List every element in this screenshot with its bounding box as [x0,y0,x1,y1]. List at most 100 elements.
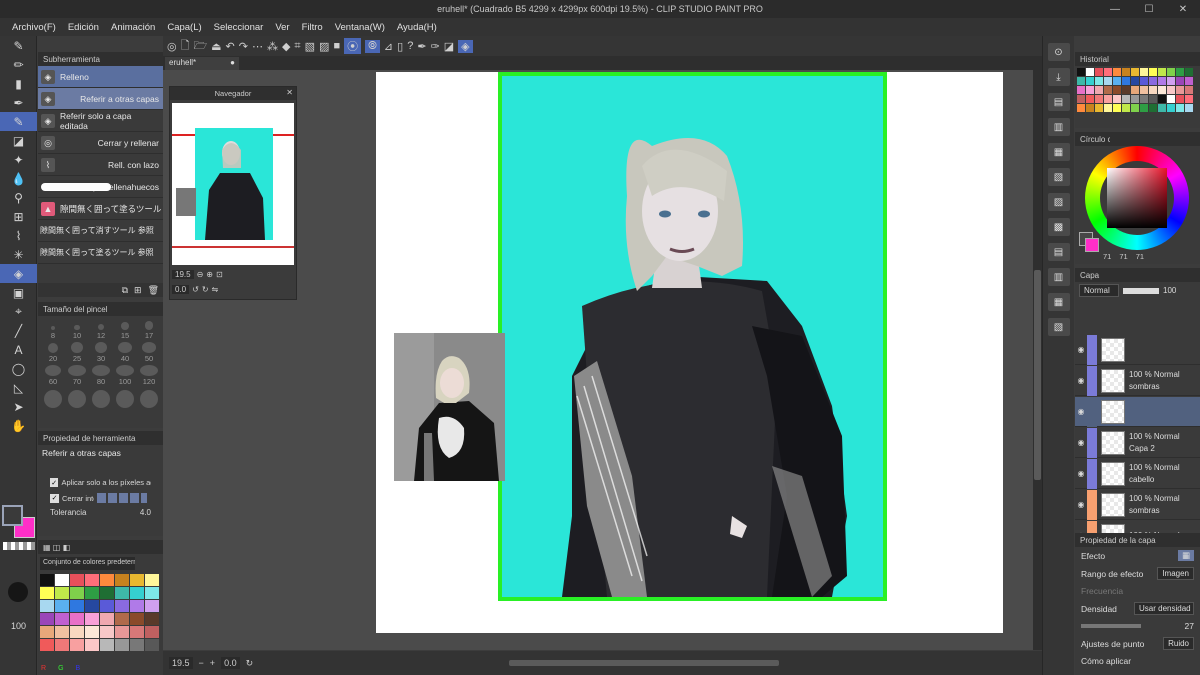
palette-swatch[interactable] [130,574,144,586]
palette-swatch[interactable] [115,600,129,612]
close-icon[interactable]: ✕ [1166,0,1200,18]
material-10-icon[interactable]: ▧ [1047,318,1070,336]
adjacent-pixels-option[interactable]: ✓Aplicar solo a los píxeles adyacentes [38,475,163,490]
app-logo-icon[interactable]: ◎ [167,40,177,53]
color-wheel[interactable] [1085,146,1189,250]
brush-size-preset[interactable] [138,388,160,409]
palette-swatch[interactable] [40,639,54,651]
pencil-icon[interactable]: ✏ [0,55,37,74]
history-swatch[interactable] [1086,77,1094,85]
palette-swatch[interactable] [70,613,84,625]
brush-size-preset[interactable]: 100 [114,365,136,386]
figure-icon[interactable]: ⌖ [0,302,37,321]
gradient-icon[interactable]: ▣ [0,283,37,302]
history-swatch[interactable] [1140,86,1148,94]
pen-icon[interactable]: ✒ [417,40,426,53]
tab-close-icon[interactable]: ● [230,58,235,67]
history-color-grid[interactable] [1075,66,1200,114]
brush-size-preset[interactable]: 12 [90,319,112,340]
history-swatch[interactable] [1113,86,1121,94]
navigator-angle-value[interactable]: 0.0 [172,285,190,294]
snap-grid-icon[interactable]: ⊿ [384,40,393,53]
brush-size-preset[interactable] [66,388,88,409]
history-swatch[interactable] [1176,86,1184,94]
magic-wand-icon[interactable]: ✳ [0,245,37,264]
history-swatch[interactable] [1140,77,1148,85]
history-swatch[interactable] [1113,68,1121,76]
history-swatch[interactable] [1131,104,1139,112]
fill-active-icon[interactable]: ◈ [458,39,473,53]
history-swatch[interactable] [1131,68,1139,76]
dot-size-value[interactable]: 27 [1185,621,1194,631]
palette-swatch[interactable] [115,626,129,638]
history-swatch[interactable] [1167,86,1175,94]
pen-icon[interactable]: ✎ [0,36,37,55]
palette-swatch[interactable] [55,587,69,599]
palette-swatch[interactable] [130,626,144,638]
history-swatch[interactable] [1149,86,1157,94]
history-swatch[interactable] [1167,77,1175,85]
layer-row[interactable]: ◉ 100 % Normal Capa 2 [1075,427,1200,458]
navigator-preview[interactable] [172,103,294,265]
snap-ruler-icon[interactable]: ⦿ [344,38,362,54]
menu-filtro[interactable]: Filtro [296,22,329,33]
checkbox-checked-icon[interactable]: ✓ [50,478,59,487]
history-swatch[interactable] [1140,104,1148,112]
history-swatch[interactable] [1122,95,1130,103]
history-swatch[interactable] [1158,68,1166,76]
material-6-icon[interactable]: ▩ [1047,218,1070,236]
history-swatch[interactable] [1185,68,1193,76]
palette-swatch[interactable] [85,613,99,625]
quick-mask-icon[interactable]: ■ [333,40,340,52]
balloon-icon[interactable]: ◯ [0,359,37,378]
history-swatch[interactable] [1149,68,1157,76]
deselect-icon[interactable]: ▧ [305,40,315,53]
history-swatch[interactable] [1131,95,1139,103]
pen-alt-icon[interactable]: ✑ [431,40,440,53]
palette-swatch[interactable] [130,600,144,612]
palette-swatch[interactable] [115,613,129,625]
palette-swatch[interactable] [130,613,144,625]
material-download-icon[interactable]: ⤓ [1047,68,1070,86]
palette-swatch[interactable] [100,587,114,599]
history-swatch[interactable] [1140,95,1148,103]
menu-ayuda[interactable]: Ayuda(H) [391,22,443,33]
palette-swatch[interactable] [145,639,159,651]
new-file-icon[interactable]: 🗋 [181,37,190,56]
lasso-icon[interactable]: ⌇ [0,226,37,245]
history-swatch[interactable] [1086,95,1094,103]
brush-size-preset[interactable]: 8 [42,319,64,340]
dot-size-slider[interactable] [1081,624,1141,628]
layer-row[interactable]: ◉ [1075,396,1200,427]
checkbox-checked-icon[interactable]: ✓ [50,493,59,503]
menu-animacion[interactable]: Animación [105,22,161,33]
open-file-icon[interactable]: 🗁 [193,37,207,56]
brush-size-preset[interactable]: 30 [90,342,112,363]
color-set-dropdown[interactable]: Conjunto de colores predeterminado [40,557,135,570]
save-icon[interactable]: ⏏ [211,40,221,53]
brush-size-preset[interactable]: 120 [138,365,160,386]
visibility-eye-icon[interactable]: ◉ [1075,438,1087,447]
history-swatch[interactable] [1095,68,1103,76]
brush-icon[interactable]: ✎ [0,112,37,131]
palette-swatch[interactable] [115,639,129,651]
snap-special-ruler-icon[interactable]: ⦾ [365,39,380,53]
blue-value[interactable]: 71 [1136,252,1144,261]
zoom-out-icon[interactable]: ⊖ [197,270,204,279]
history-swatch[interactable] [1149,95,1157,103]
undo-icon[interactable]: ↶ [226,40,235,53]
material-2-icon[interactable]: ▥ [1047,118,1070,136]
history-swatch[interactable] [1185,95,1193,103]
navigator-zoom-value[interactable]: 19.5 [172,270,194,279]
visibility-eye-icon[interactable]: ◉ [1075,345,1087,354]
palette-swatch[interactable] [100,600,114,612]
palette-swatch[interactable] [115,587,129,599]
menu-seleccionar[interactable]: Seleccionar [208,22,270,33]
ruler-icon[interactable]: ◺ [0,378,37,397]
eraser-icon[interactable]: ◪ [444,40,454,53]
history-swatch[interactable] [1095,86,1103,94]
delete-subtool-icon[interactable]: 🗑 [148,285,159,296]
palette-swatch[interactable] [145,574,159,586]
visibility-eye-icon[interactable]: ◉ [1075,376,1087,385]
history-swatch[interactable] [1185,86,1193,94]
